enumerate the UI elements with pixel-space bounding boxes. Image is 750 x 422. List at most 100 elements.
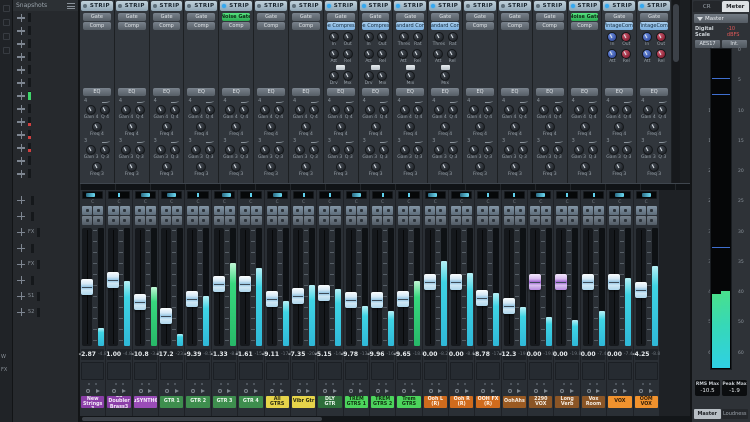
fader-track[interactable]	[504, 228, 514, 346]
routing-slot[interactable]	[450, 362, 473, 380]
pan-box[interactable]	[214, 191, 235, 199]
channel-name[interactable]: Ooh L (R)	[424, 396, 447, 408]
record-arm-icon[interactable]	[86, 389, 90, 393]
record-arm-icon[interactable]	[165, 389, 169, 393]
strip-rack-header[interactable]: STRIP	[534, 1, 566, 11]
eq-gain-knob[interactable]	[330, 105, 340, 115]
eq-q-knob[interactable]	[170, 145, 180, 155]
comp-button[interactable]: Comp	[118, 22, 146, 30]
mute-button[interactable]	[609, 206, 619, 215]
drv-knob[interactable]	[329, 71, 339, 81]
fader-handle[interactable]	[81, 279, 93, 295]
pan-control[interactable]	[528, 190, 553, 200]
channel-name[interactable]: OohAhs	[503, 396, 526, 408]
overview-channel-item[interactable]	[13, 208, 78, 224]
edit-button[interactable]	[489, 216, 499, 225]
eq-freq-knob[interactable]	[649, 122, 659, 132]
eq-gain-knob[interactable]	[156, 145, 166, 155]
eq-freq-knob[interactable]	[475, 162, 485, 172]
channel-name[interactable]: OOH FX (R)	[476, 396, 499, 408]
monitor-icon[interactable]	[438, 389, 442, 393]
channel-name[interactable]: CS80 New Strings 3	[81, 396, 104, 408]
overview-channel-item[interactable]	[13, 167, 78, 180]
solo-button[interactable]	[489, 206, 499, 215]
level-value[interactable]: -9.11	[262, 351, 279, 358]
eq-gain-knob[interactable]	[609, 145, 619, 155]
eq-freq-knob[interactable]	[440, 122, 450, 132]
level-value[interactable]: -7.35	[288, 351, 305, 358]
in-knob[interactable]	[364, 32, 374, 42]
gate-button[interactable]: Gate	[536, 13, 564, 21]
eq-q-knob[interactable]	[100, 145, 110, 155]
fader-handle[interactable]	[292, 288, 304, 304]
routing-slot[interactable]	[582, 362, 605, 380]
routing-slot[interactable]	[213, 362, 236, 380]
channel-name[interactable]: OOM VOX	[635, 396, 658, 408]
gate-button[interactable]: Noise Gate	[571, 13, 599, 21]
eq-button[interactable]: EQ	[501, 88, 529, 96]
level-value[interactable]: -2.87	[79, 351, 96, 358]
routing-slot[interactable]	[160, 362, 183, 380]
pan-box[interactable]	[135, 191, 156, 199]
strip-module-selector[interactable]: Tube Compressor	[327, 22, 355, 30]
mute-button[interactable]	[267, 206, 277, 215]
level-value[interactable]: -1.33	[210, 351, 227, 358]
eq-q-knob[interactable]	[413, 105, 423, 115]
eq-gain-knob[interactable]	[156, 105, 166, 115]
strip-rack-header[interactable]: STRIP	[81, 1, 113, 11]
edit-button[interactable]	[172, 216, 182, 225]
listen-button[interactable]	[372, 216, 382, 225]
routing-slot[interactable]	[529, 362, 552, 380]
monitor-icon[interactable]	[623, 389, 627, 393]
eq-q-knob[interactable]	[100, 105, 110, 115]
eq-gain-knob[interactable]	[469, 105, 479, 115]
monitor-icon[interactable]	[122, 389, 126, 393]
fader-track[interactable]	[135, 228, 145, 346]
pan-box[interactable]	[451, 191, 472, 199]
eq-q-knob[interactable]	[344, 145, 354, 155]
eq-freq-knob[interactable]	[336, 122, 346, 132]
comp-button[interactable]: Comp	[83, 22, 111, 30]
pan-control[interactable]	[581, 190, 606, 200]
eq-q-knob[interactable]	[518, 145, 528, 155]
level-value[interactable]: 1.00	[106, 351, 121, 358]
channel-name[interactable]: Ooh R (R)	[450, 396, 473, 408]
mute-button[interactable]	[530, 206, 540, 215]
record-arm-icon[interactable]	[429, 389, 433, 393]
monitor-icon[interactable]	[465, 389, 469, 393]
pan-control[interactable]	[475, 190, 500, 200]
mix-knob[interactable]	[377, 71, 387, 81]
eq-button[interactable]: EQ	[118, 88, 146, 96]
record-arm-icon[interactable]	[481, 389, 485, 393]
fader-track[interactable]	[161, 228, 171, 346]
eq-freq-knob[interactable]	[580, 122, 590, 132]
solo-button[interactable]	[436, 206, 446, 215]
master-header[interactable]: Master	[694, 14, 748, 23]
level-value[interactable]: -1.61	[235, 351, 252, 358]
eq-gain-knob[interactable]	[469, 145, 479, 155]
gate-button[interactable]: Gate	[466, 13, 494, 21]
edit-button[interactable]	[647, 216, 657, 225]
pan-box[interactable]	[319, 191, 340, 199]
fader-track[interactable]	[293, 228, 303, 346]
pan-control[interactable]	[265, 190, 290, 200]
record-arm-icon[interactable]	[613, 389, 617, 393]
pan-control[interactable]	[159, 190, 184, 200]
solo-button[interactable]	[409, 206, 419, 215]
in-knob[interactable]	[607, 32, 617, 42]
rel-knob[interactable]	[343, 49, 353, 59]
channel-name[interactable]: DLY GTR	[318, 396, 341, 408]
comp-button[interactable]: Comp	[257, 22, 285, 30]
comp-button[interactable]: Comp	[153, 22, 181, 30]
level-value[interactable]: -12.3	[499, 351, 516, 358]
monitor-icon[interactable]	[175, 389, 179, 393]
strip-rack-header[interactable]: STRIP	[116, 1, 148, 11]
record-arm-icon[interactable]	[402, 389, 406, 393]
eq-gain-knob[interactable]	[365, 105, 375, 115]
hamburger-icon[interactable]	[67, 3, 75, 9]
comp-button[interactable]: Comp	[536, 22, 564, 30]
eq-freq-knob[interactable]	[196, 162, 206, 172]
edit-button[interactable]	[409, 216, 419, 225]
solo-button[interactable]	[647, 206, 657, 215]
strip-rack-header[interactable]: STRIP	[569, 1, 601, 11]
